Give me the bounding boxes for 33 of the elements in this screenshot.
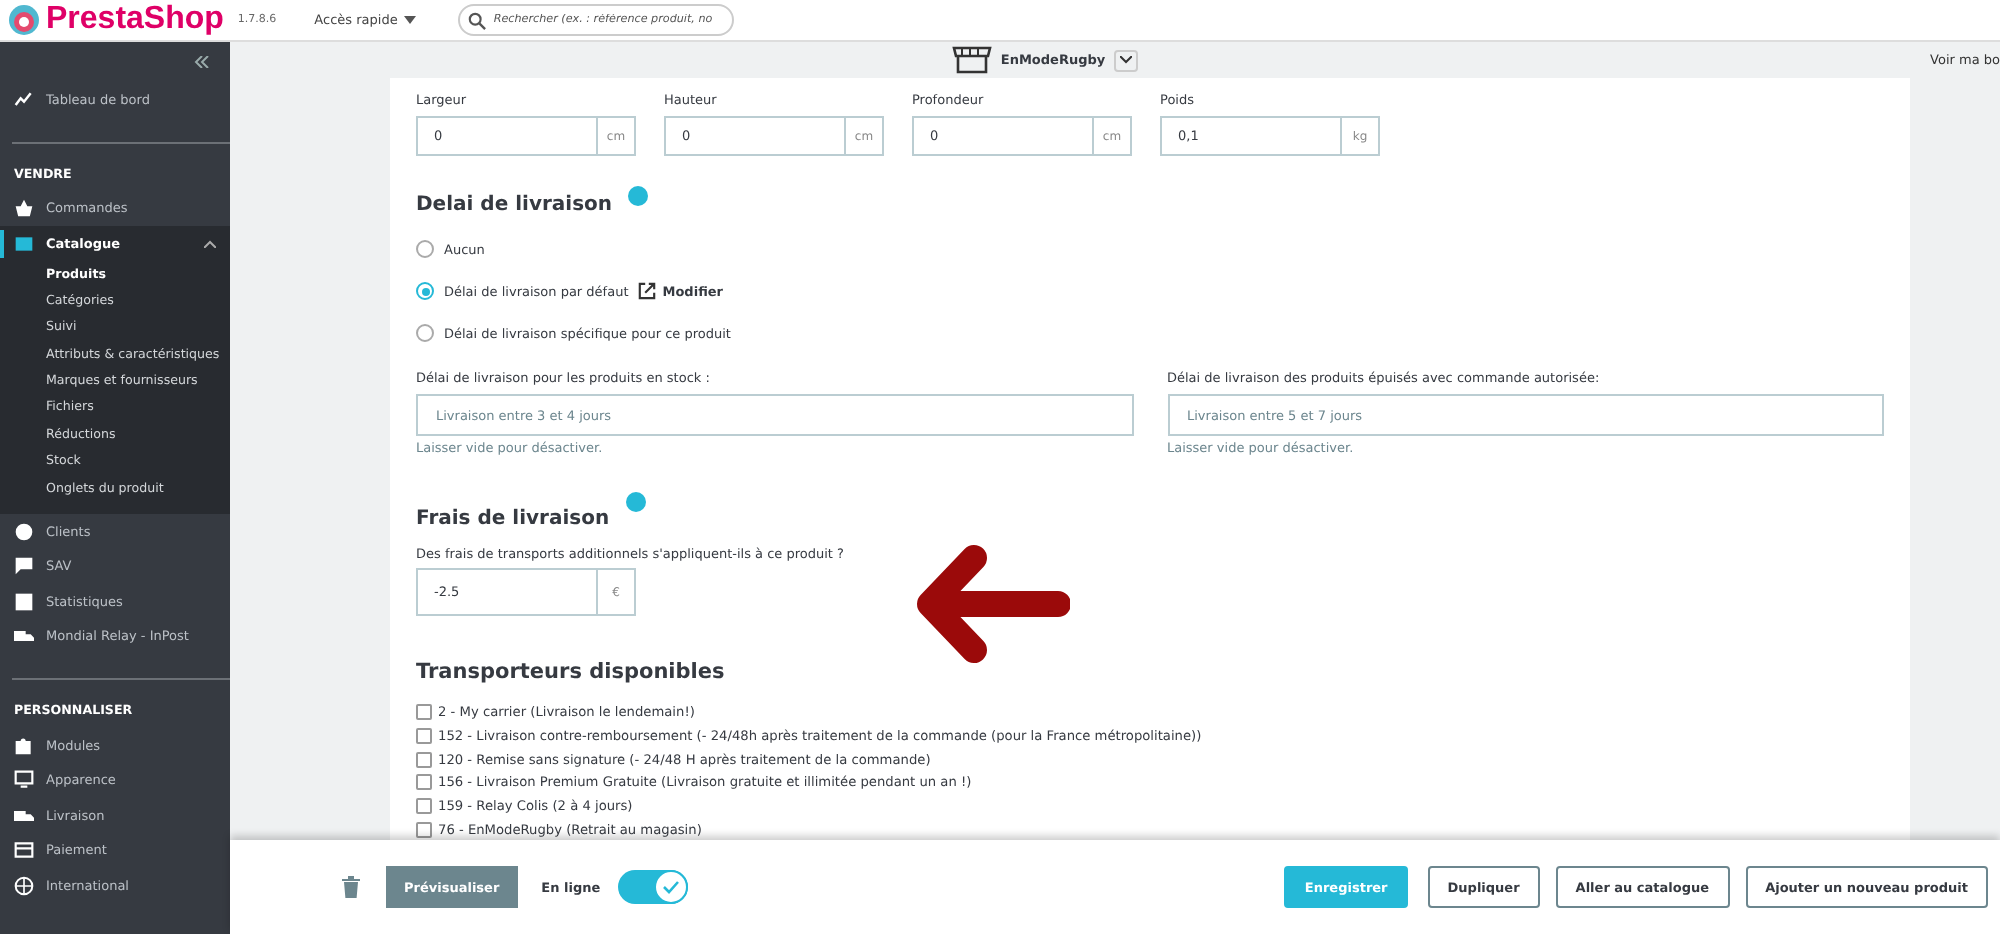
section-heading: Delai de livraison — [416, 194, 613, 216]
logo[interactable]: PrestaShop — [8, 2, 224, 38]
checkbox[interactable] — [416, 751, 432, 768]
checkbox[interactable] — [416, 798, 432, 815]
external-link-icon — [638, 282, 657, 300]
logo-text: PrestaShop — [46, 2, 224, 38]
card-icon — [14, 840, 34, 861]
search-icon — [467, 11, 486, 29]
collapse-icon[interactable] — [194, 56, 210, 68]
trash-icon[interactable] — [342, 876, 360, 898]
section-heading: Frais de livraison — [416, 508, 610, 530]
caret-icon — [403, 16, 416, 24]
toggle-switch[interactable] — [618, 870, 689, 904]
basket-icon — [14, 198, 34, 219]
checkbox[interactable] — [416, 727, 432, 744]
radio-button[interactable] — [416, 240, 434, 258]
radio-button[interactable] — [416, 282, 434, 300]
globe-icon — [14, 875, 34, 896]
checkbox[interactable] — [416, 821, 432, 838]
check-icon — [662, 880, 681, 894]
info-icon — [628, 186, 649, 206]
section-heading: Transporteurs disponibles — [416, 660, 727, 684]
truck-icon — [14, 805, 34, 826]
checkbox[interactable] — [416, 774, 432, 791]
checkbox[interactable] — [416, 704, 432, 720]
radio-button[interactable] — [416, 324, 434, 342]
chart-icon — [14, 89, 34, 110]
truck-icon — [14, 626, 34, 647]
chat-icon — [14, 556, 34, 577]
caret-icon — [1119, 56, 1132, 64]
monitor-icon — [14, 770, 34, 791]
chevron-icon — [204, 239, 216, 248]
info-icon — [625, 491, 646, 511]
